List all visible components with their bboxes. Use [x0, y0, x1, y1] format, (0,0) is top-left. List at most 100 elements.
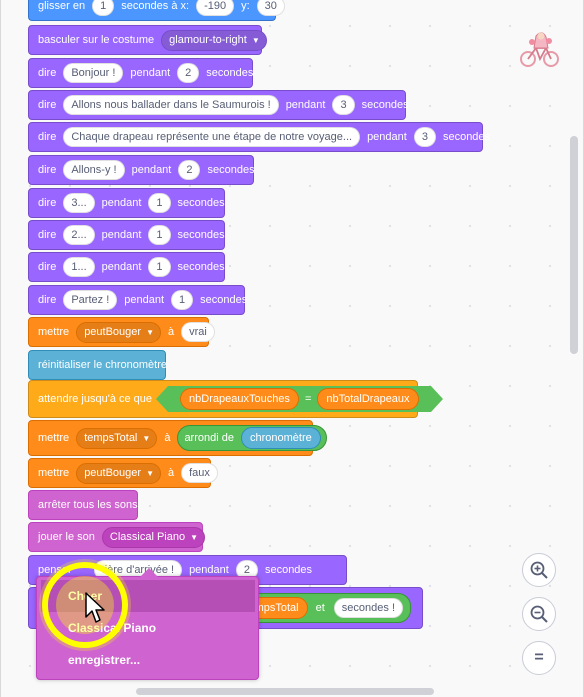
variable-dropdown[interactable]: tempsTotal ▼ — [76, 427, 158, 449]
set-variable-block[interactable]: mettre peutBouger ▼ à vrai — [28, 317, 215, 347]
message-input[interactable]: Allons-y ! — [63, 160, 125, 180]
zoom-out-button[interactable] — [522, 597, 556, 631]
sound-dropdown[interactable]: Classical Piano ▼ — [101, 526, 205, 548]
block-text: mettre — [38, 432, 70, 444]
say-block[interactable]: dire 3... pendant 1 secondes — [28, 188, 225, 218]
say-block[interactable]: dire 1... pendant 1 secondes — [28, 252, 225, 282]
block-text: dire — [38, 164, 57, 176]
dropdown-value: peutBouger — [84, 467, 142, 479]
message-input[interactable]: 1... — [63, 257, 95, 277]
block-text: jouer le son — [38, 531, 95, 543]
block-text: pendant — [130, 67, 171, 79]
variable-reporter[interactable]: nbDrapeauxTouches — [180, 388, 299, 410]
block-text: secondes — [206, 67, 254, 79]
variable-dropdown[interactable]: peutBouger ▼ — [76, 462, 161, 484]
menu-item-record[interactable]: enregistrer... — [37, 644, 258, 676]
workspace-left-edge — [0, 0, 1, 697]
block-text: dire — [38, 99, 57, 111]
block-text: dire — [38, 67, 57, 79]
round-label: arrondi de — [184, 432, 234, 444]
block-text: attendre jusqu'à ce que — [38, 393, 153, 405]
block-text: pendant — [131, 164, 172, 176]
variable-dropdown[interactable]: peutBouger ▼ — [76, 321, 161, 343]
vertical-scrollbar[interactable] — [570, 136, 578, 354]
join-label: et — [315, 602, 325, 614]
wait-until-block[interactable]: attendre jusqu'à ce que nbDrapeauxTouche… — [28, 380, 443, 418]
glide-y-input[interactable]: 30 — [256, 0, 285, 16]
seconds-input[interactable]: 1 — [148, 193, 171, 213]
mouse-cursor-icon — [85, 592, 105, 623]
block-text: pendant — [101, 261, 142, 273]
message-input[interactable]: Partez ! — [63, 290, 118, 310]
block-text: pendant — [285, 99, 326, 111]
block-text: secondes — [361, 99, 409, 111]
value-input[interactable]: vrai — [181, 322, 215, 342]
switch-costume-block[interactable]: basculer sur le costume glamour-to-right… — [28, 25, 267, 55]
glide-seconds-input[interactable]: 1 — [92, 0, 115, 16]
message-input[interactable]: Bonjour ! — [63, 63, 124, 83]
equals-symbol: = — [304, 393, 312, 405]
block-text: secondes — [177, 197, 225, 209]
value-input[interactable]: faux — [181, 463, 218, 483]
message-input[interactable]: Allons nous ballader dans le Saumurois ! — [63, 95, 279, 115]
dropdown-value: tempsTotal — [84, 432, 138, 444]
round-operator[interactable]: arrondi de chronomètre — [177, 425, 327, 451]
block-text: secondes — [207, 164, 255, 176]
block-text: mettre — [38, 326, 70, 338]
block-text: pendant — [189, 564, 229, 576]
block-text: secondes — [177, 261, 225, 273]
seconds-input[interactable]: 1 — [171, 290, 194, 310]
reset-timer-block[interactable]: réinitialiser le chronomètre — [28, 350, 167, 380]
timer-reporter[interactable]: chronomètre — [240, 427, 321, 449]
block-text: dire — [38, 131, 57, 143]
block-text: pendant — [124, 294, 165, 306]
dropdown-value: peutBouger — [84, 326, 142, 338]
message-input[interactable]: 3... — [63, 193, 95, 213]
menu-arrow — [140, 568, 158, 577]
caret-down-icon: ▼ — [142, 433, 151, 443]
block-text: secondes à x: — [121, 0, 190, 12]
seconds-input[interactable]: 3 — [332, 95, 355, 115]
block-text: y: — [241, 0, 250, 12]
set-variable-block[interactable]: mettre tempsTotal ▼ à arrondi de chronomè… — [28, 420, 327, 456]
dropdown-value: glamour-to-right — [169, 34, 247, 46]
seconds-input[interactable]: 2 — [178, 160, 201, 180]
variable-reporter[interactable]: nbTotalDrapeaux — [317, 388, 419, 410]
equals-operator[interactable]: nbDrapeauxTouches = nbTotalDrapeaux — [156, 386, 443, 412]
horizontal-scrollbar[interactable] — [136, 688, 434, 695]
caret-down-icon: ▼ — [146, 468, 154, 478]
text-input[interactable]: secondes ! — [333, 598, 403, 618]
message-input[interactable]: 2... — [63, 225, 95, 245]
say-block[interactable]: dire Allons-y ! pendant 2 secondes — [28, 155, 255, 185]
say-block[interactable]: dire Partez ! pendant 1 secondes — [28, 285, 248, 315]
say-block[interactable]: dire Bonjour ! pendant 2 secondes — [28, 58, 253, 88]
zoom-reset-button[interactable]: = — [522, 641, 556, 675]
block-text: à — [164, 432, 171, 444]
message-input[interactable]: Chaque drapeau représente une étape de n… — [63, 127, 361, 147]
block-text: arrêter tous les sons — [38, 499, 138, 511]
glide-x-input[interactable]: -190 — [196, 0, 235, 16]
say-block[interactable]: dire 2... pendant 1 secondes — [28, 220, 225, 250]
costume-dropdown[interactable]: glamour-to-right ▼ — [161, 29, 267, 51]
set-variable-block[interactable]: mettre peutBouger ▼ à faux — [28, 458, 218, 488]
glide-block[interactable]: glisser en 1 secondes à x: -190 y: 30 — [28, 0, 285, 21]
say-block[interactable]: dire Chaque drapeau représente une étape… — [28, 122, 490, 152]
say-block[interactable]: dire Allons nous ballader dans le Saumur… — [28, 90, 409, 120]
seconds-input[interactable]: 2 — [177, 63, 200, 83]
block-text: dire — [38, 294, 57, 306]
seconds-input[interactable]: 3 — [413, 127, 436, 147]
sprite-bicycle-icon — [520, 32, 559, 67]
block-text: secondes — [177, 229, 225, 241]
block-text: réinitialiser le chronomètre — [38, 359, 167, 371]
caret-down-icon: ▼ — [190, 532, 198, 542]
zoom-in-button[interactable] — [522, 553, 556, 587]
block-text: secondes — [200, 294, 248, 306]
play-sound-block[interactable]: jouer le son Classical Piano ▼ — [28, 522, 205, 552]
caret-down-icon: ▼ — [251, 35, 260, 45]
zoom-out-icon — [530, 605, 548, 623]
block-text: dire — [38, 197, 57, 209]
block-text: secondes — [442, 131, 491, 143]
stop-all-sounds-block[interactable]: arrêter tous les sons — [28, 490, 138, 520]
seconds-input[interactable]: 1 — [148, 257, 171, 277]
seconds-input[interactable]: 1 — [148, 225, 171, 245]
